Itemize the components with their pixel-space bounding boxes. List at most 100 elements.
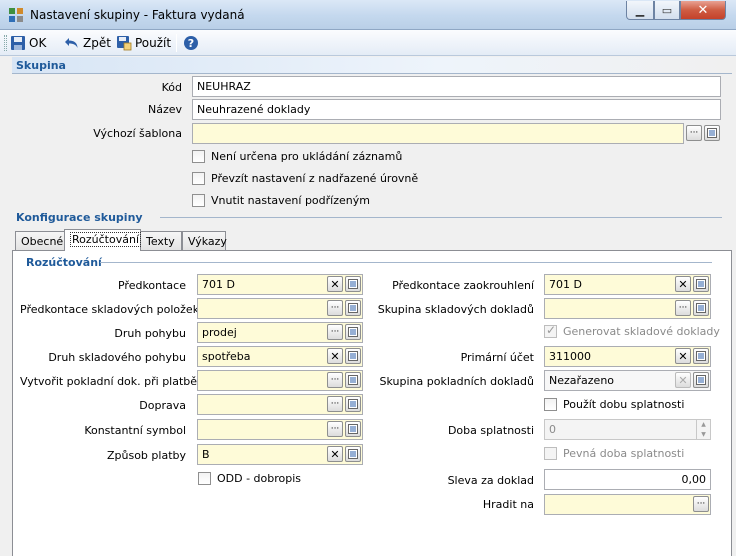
predkontace-zaokrouhleni-label: Předkontace zaokrouhlení xyxy=(392,279,534,292)
doba-splatnosti-field[interactable]: 0 ▲ ▼ xyxy=(544,419,711,440)
vytvorit-pokladni-browse-button[interactable]: ··· xyxy=(327,372,343,388)
predkontace-zaokrouhleni-list-button[interactable] xyxy=(693,276,709,292)
clear-icon: ✕ xyxy=(678,373,688,387)
doprava-browse-button[interactable]: ··· xyxy=(327,396,343,412)
sablona-label: Výchozí šablona xyxy=(93,127,182,140)
list-icon xyxy=(348,424,358,434)
skupina-pokladnich-label: Skupina pokladních dokladů xyxy=(379,375,534,388)
hradit-na-browse-button[interactable]: ··· xyxy=(693,496,709,512)
checkbox-label: Převzít nastavení z nadřazené úrovně xyxy=(211,172,419,185)
apply-button[interactable]: Použít xyxy=(116,33,171,53)
hradit-na-field[interactable] xyxy=(544,494,711,515)
doba-splatnosti-label: Doba splatnosti xyxy=(447,424,534,437)
doba-spinner[interactable]: ▲ ▼ xyxy=(696,420,710,439)
checkbox-box[interactable] xyxy=(544,398,557,411)
back-label: Zpět xyxy=(83,36,111,50)
checkbox-label: Není určena pro ukládání záznamů xyxy=(211,150,403,163)
save-icon xyxy=(11,36,25,50)
maximize-button[interactable]: ▭ xyxy=(654,1,680,20)
druh-pohybu-list-button[interactable] xyxy=(345,324,361,340)
help-button[interactable]: ? xyxy=(183,33,199,53)
close-button[interactable]: ✕ xyxy=(680,1,726,20)
zpusob-platby-list-button[interactable] xyxy=(345,446,361,462)
checkbox-box[interactable] xyxy=(544,323,557,338)
druh-pohybu-label: Druh pohybu xyxy=(114,327,186,340)
skupina-divider xyxy=(12,73,732,74)
ellipsis-icon: ··· xyxy=(689,127,699,138)
checkbox-pouzit-dobu[interactable]: Použít dobu splatnosti xyxy=(544,398,684,411)
druh-pohybu-browse-button[interactable]: ··· xyxy=(327,324,343,340)
druh-skladoveho-pohybu-clear-button[interactable]: ✕ xyxy=(327,348,343,364)
list-icon xyxy=(348,327,358,337)
sablona-browse-button[interactable]: ··· xyxy=(686,125,702,141)
konstantni-symbol-label: Konstantní symbol xyxy=(84,424,186,437)
druh-skladoveho-pohybu-list-button[interactable] xyxy=(345,348,361,364)
checkbox-label: Použít dobu splatnosti xyxy=(563,398,685,411)
predkontace-list-button[interactable] xyxy=(345,276,361,292)
predkontace-skladovych-list-button[interactable] xyxy=(345,300,361,316)
zpusob-platby-clear-button[interactable]: ✕ xyxy=(327,446,343,462)
checkbox-box[interactable] xyxy=(544,447,557,460)
primarni-ucet-label: Primární účet xyxy=(460,351,534,364)
skupina-skladovych-browse-button[interactable]: ··· xyxy=(675,300,691,316)
predkontace-skladovych-browse-button[interactable]: ··· xyxy=(327,300,343,316)
list-icon xyxy=(348,303,358,313)
kod-field[interactable]: NEUHRAZ xyxy=(192,76,721,97)
checkbox-label: ODD - dobropis xyxy=(217,472,302,485)
spin-down-icon[interactable]: ▼ xyxy=(697,430,710,440)
list-icon xyxy=(348,279,358,289)
tab-rozuctovani[interactable]: Rozúčtování xyxy=(64,229,141,251)
konstantni-symbol-list-button[interactable] xyxy=(345,421,361,437)
tab-label: Obecné xyxy=(21,235,64,248)
doprava-list-button[interactable] xyxy=(345,396,361,412)
primarni-ucet-clear-button[interactable]: ✕ xyxy=(675,348,691,364)
nazev-field[interactable]: Neuhrazené doklady xyxy=(192,99,721,120)
back-button[interactable]: Zpět xyxy=(64,33,111,53)
checkbox-neni-urcena[interactable]: Není určena pro ukládání záznamů xyxy=(192,150,402,163)
sleva-field[interactable]: 0,00 xyxy=(544,469,711,490)
checkbox-pevna-doba[interactable]: Pevná doba splatnosti xyxy=(544,447,684,460)
checkbox-prevzit[interactable]: Převzít nastavení z nadřazené úrovně xyxy=(192,172,418,185)
list-icon xyxy=(696,303,706,313)
ellipsis-icon: ··· xyxy=(330,423,340,434)
tab-label: Rozúčtování xyxy=(70,232,141,247)
tab-obecne[interactable]: Obecné xyxy=(15,231,65,250)
spin-up-icon[interactable]: ▲ xyxy=(697,420,710,430)
rozuctovani-title: Rozúčtování xyxy=(26,256,102,269)
vytvorit-pokladni-list-button[interactable] xyxy=(345,372,361,388)
app-icon xyxy=(9,8,23,22)
checkbox-generovat[interactable]: Generovat skladové doklady xyxy=(544,323,720,338)
konstantni-symbol-browse-button[interactable]: ··· xyxy=(327,421,343,437)
checkbox-label: Pevná doba splatnosti xyxy=(563,447,685,460)
clear-icon: ✕ xyxy=(330,349,340,363)
predkontace-skladovych-label: Předkontace skladových položek xyxy=(20,303,200,316)
predkontace-zaokrouhleni-clear-button[interactable]: ✕ xyxy=(675,276,691,292)
minimize-button[interactable]: ▁ xyxy=(626,1,654,20)
ok-button[interactable]: OK xyxy=(10,33,46,53)
skupina-title: Skupina xyxy=(16,59,66,72)
list-icon xyxy=(348,449,358,459)
sablona-list-button[interactable] xyxy=(704,125,720,141)
checkbox-box[interactable] xyxy=(198,472,211,485)
primarni-ucet-list-button[interactable] xyxy=(693,348,709,364)
undo-icon xyxy=(65,38,78,48)
tab-vykazy[interactable]: Výkazy xyxy=(182,231,227,250)
checkbox-box[interactable] xyxy=(192,194,205,207)
skupina-skladovych-list-button[interactable] xyxy=(693,300,709,316)
ellipsis-icon: ··· xyxy=(696,498,706,509)
checkbox-box[interactable] xyxy=(192,172,205,185)
tab-texty[interactable]: Texty xyxy=(140,231,182,250)
doba-splatnosti-value: 0 xyxy=(549,423,556,436)
checkbox-odd-dobropis[interactable]: ODD - dobropis xyxy=(198,472,301,485)
sleva-label: Sleva za doklad xyxy=(447,474,534,487)
druh-skladoveho-pohybu-label: Druh skladového pohybu xyxy=(48,351,186,364)
skupina-pokladnich-clear-button[interactable]: ✕ xyxy=(675,372,691,388)
checkbox-vnutit[interactable]: Vnutit nastavení podřízeným xyxy=(192,194,370,207)
list-icon xyxy=(696,279,706,289)
checkbox-box[interactable] xyxy=(192,150,205,163)
skupina-pokladnich-list-button[interactable] xyxy=(693,372,709,388)
hradit-na-label: Hradit na xyxy=(482,498,534,511)
sablona-field[interactable] xyxy=(192,123,684,144)
svg-text:?: ? xyxy=(188,37,194,50)
predkontace-clear-button[interactable]: ✕ xyxy=(327,276,343,292)
